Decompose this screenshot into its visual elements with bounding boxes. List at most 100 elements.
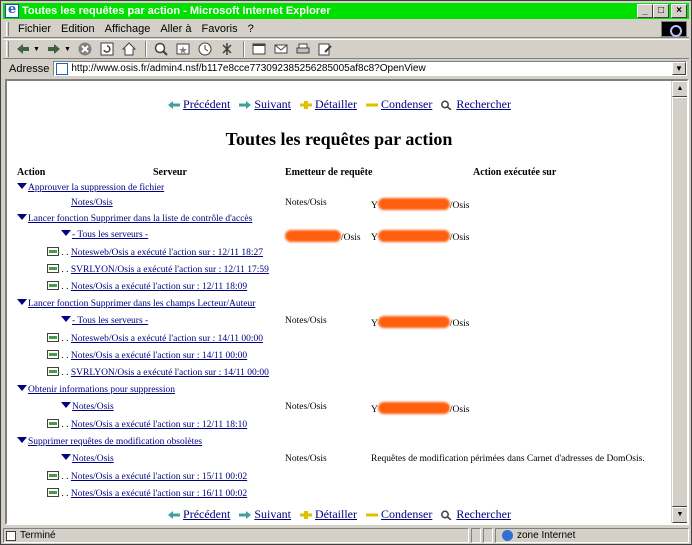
row-dots: . . [61,351,69,361]
address-input[interactable]: http://www.osis.fr/admin4.nsf/b117e8cce7… [53,61,687,76]
collapse-link-top[interactable]: Condenser [365,97,432,112]
expand-twistie-icon[interactable] [61,454,71,460]
close-button[interactable]: × [671,4,687,18]
column-header-server: Serveur [153,167,187,178]
server-link[interactable]: Notes/Osis [71,198,113,208]
vertical-scrollbar[interactable]: ▲ ▼ [671,81,687,523]
server-link[interactable]: - Tous les serveurs - [72,316,148,326]
menu-favoris[interactable]: Favoris [197,23,243,35]
scroll-up-icon[interactable]: ▲ [672,81,687,97]
expand-twistie-icon[interactable] [17,214,27,220]
stop-icon[interactable] [75,40,95,58]
list-item[interactable]: Notes/Osis [61,454,114,464]
prev-link-bottom[interactable]: Précédent [167,507,230,522]
refresh-icon[interactable] [97,40,117,58]
list-item[interactable]: . . SVRLYON/Osis a exécuté l'action sur … [47,264,269,275]
home-icon[interactable] [119,40,139,58]
list-item[interactable]: Supprimer requêtes de modification obsol… [17,437,202,447]
document-icon [47,281,59,290]
menu-help[interactable]: ? [243,23,259,35]
maximize-button[interactable]: □ [653,4,669,18]
list-item[interactable]: Lancer fonction Supprimer dans la liste … [17,214,252,224]
menu-fichier[interactable]: Fichier [13,23,56,35]
document-link[interactable]: Notesweb/Osis a exécuté l'action sur : 1… [71,334,263,344]
search-link-bottom[interactable]: Rechercher [440,507,511,522]
document-link[interactable]: SVRLYON/Osis a exécuté l'action sur : 12… [71,265,269,275]
list-item[interactable]: . . Notesweb/Osis a exécuté l'action sur… [47,333,263,344]
mail-icon[interactable] [271,40,291,58]
favorites-icon[interactable] [173,40,193,58]
list-item[interactable]: Approuver la suppression de fichier [17,183,164,193]
menu-grip[interactable] [6,21,9,36]
document-link[interactable]: SVRLYON/Osis a exécuté l'action sur : 14… [71,368,269,378]
expand-twistie-icon[interactable] [61,402,71,408]
list-item[interactable]: . . Notes/Osis a exécuté l'action sur : … [47,281,247,292]
server-link[interactable]: Notes/Osis [72,454,114,464]
document-link[interactable]: Notes/Osis a exécuté l'action sur : 12/1… [71,420,247,430]
collapse-link-bottom[interactable]: Condenser [365,507,432,522]
magnifier-icon [441,510,452,520]
next-link-bottom[interactable]: Suivant [238,507,291,522]
address-dropdown-icon[interactable]: ▼ [672,62,686,75]
channels-icon[interactable] [217,40,237,58]
list-item[interactable]: . . Notes/Osis a exécuté l'action sur : … [47,350,247,361]
menu-aller-a[interactable]: Aller à [155,23,196,35]
expand-label: Détailler [315,507,357,521]
address-url[interactable]: http://www.osis.fr/admin4.nsf/b117e8cce7… [71,63,672,74]
minimize-button[interactable]: _ [637,4,653,18]
standard-toolbar: ▼ ▼ [3,39,689,59]
sender-cell: Notes/Osis [285,454,327,464]
server-link[interactable]: - Tous les serveurs - [72,230,148,240]
list-item[interactable]: Notes/Osis [71,198,113,208]
back-icon[interactable] [13,40,33,58]
document-icon [47,367,59,376]
expand-twistie-icon[interactable] [17,437,27,443]
server-link[interactable]: Notes/Osis [72,402,114,412]
fullscreen-icon[interactable] [249,40,269,58]
category-link[interactable]: Obtenir informations pour suppression [28,385,175,395]
expand-twistie-icon[interactable] [17,183,27,189]
forward-icon[interactable] [44,40,64,58]
expand-twistie-icon[interactable] [61,230,71,236]
document-link[interactable]: Notes/Osis a exécuté l'action sur : 15/1… [71,472,247,482]
category-link[interactable]: Supprimer requêtes de modification obsol… [28,437,202,447]
list-item[interactable]: Notes/Osis [61,402,114,412]
document-link[interactable]: Notes/Osis a exécuté l'action sur : 16/1… [71,489,247,499]
menu-edition[interactable]: Edition [56,23,100,35]
expand-link-bottom[interactable]: Détailler [299,507,357,522]
internet-zone-icon [502,530,513,541]
list-item[interactable]: Obtenir informations pour suppression [17,385,175,395]
scroll-down-icon[interactable]: ▼ [672,507,687,523]
document-link[interactable]: Notes/Osis a exécuté l'action sur : 12/1… [71,282,247,292]
search-link-top[interactable]: Rechercher [440,97,511,112]
forward-dropdown-icon[interactable]: ▼ [64,46,71,53]
print-icon[interactable] [293,40,313,58]
document-link[interactable]: Notesweb/Osis a exécuté l'action sur : 1… [71,248,263,258]
list-item[interactable]: - Tous les serveurs - [61,230,148,240]
next-link-top[interactable]: Suivant [238,97,291,112]
list-item[interactable]: . . Notes/Osis a exécuté l'action sur : … [47,488,247,499]
expand-twistie-icon[interactable] [17,299,27,305]
prev-link-top[interactable]: Précédent [167,97,230,112]
history-icon[interactable] [195,40,215,58]
list-item[interactable]: . . Notesweb/Osis a exécuté l'action sur… [47,247,263,258]
ie-app-icon[interactable] [5,2,19,18]
back-dropdown-icon[interactable]: ▼ [33,46,40,53]
category-link[interactable]: Approuver la suppression de fichier [28,183,164,193]
expand-twistie-icon[interactable] [61,316,71,322]
list-item[interactable]: . . SVRLYON/Osis a exécuté l'action sur … [47,367,269,378]
category-link[interactable]: Lancer fonction Supprimer dans les champ… [28,299,255,309]
category-link[interactable]: Lancer fonction Supprimer dans la liste … [28,214,252,224]
list-item[interactable]: . . Notes/Osis a exécuté l'action sur : … [47,419,247,430]
scroll-thumb[interactable] [672,97,687,507]
search-icon[interactable] [151,40,171,58]
list-item[interactable]: - Tous les serveurs - [61,316,148,326]
list-item[interactable]: . . Notes/Osis a exécuté l'action sur : … [47,471,247,482]
document-link[interactable]: Notes/Osis a exécuté l'action sur : 14/1… [71,351,247,361]
menu-affichage[interactable]: Affichage [100,23,156,35]
expand-twistie-icon[interactable] [17,385,27,391]
expand-link-top[interactable]: Détailler [299,97,357,112]
edit-icon[interactable] [315,40,335,58]
list-item[interactable]: Lancer fonction Supprimer dans les champ… [17,299,255,309]
toolbar-grip[interactable] [6,41,9,57]
